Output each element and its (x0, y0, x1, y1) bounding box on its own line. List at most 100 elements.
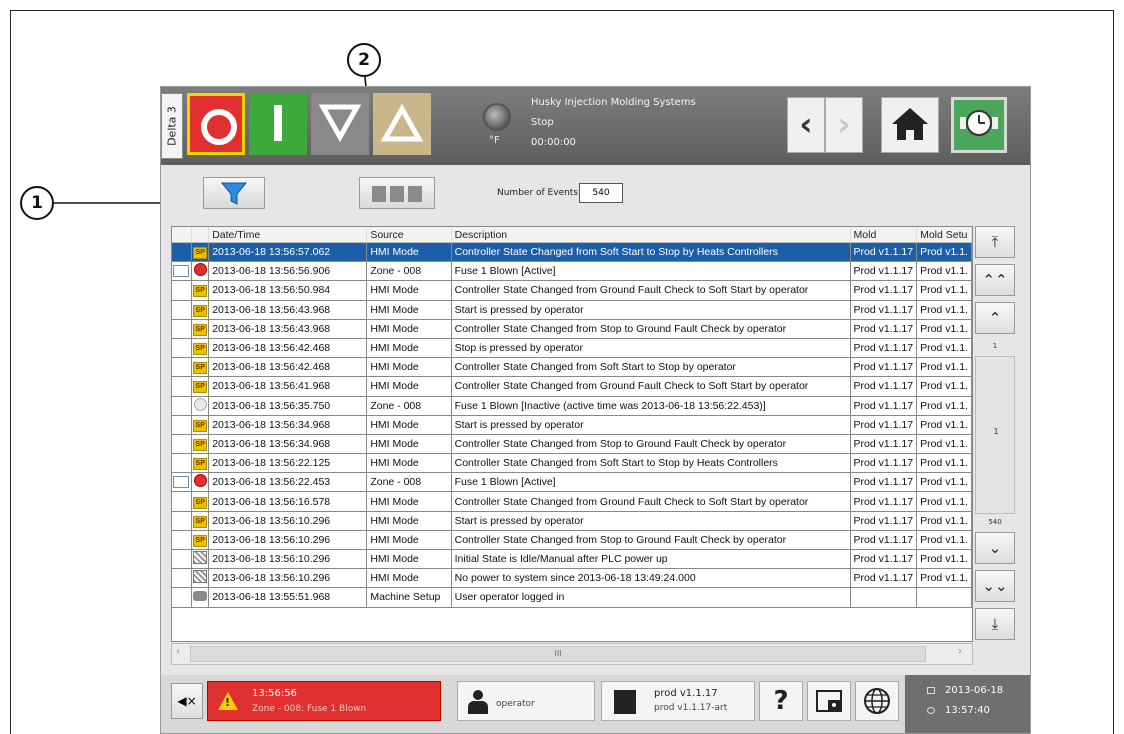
clock-icon (960, 110, 998, 136)
warning-icon: ! (218, 692, 238, 710)
ack-cell (172, 511, 193, 531)
scroll-last-button[interactable]: ⤓ (975, 608, 1015, 640)
col-source[interactable]: Source (366, 227, 452, 243)
ack-cell (172, 300, 193, 320)
scroll-down-button[interactable]: ⌄ (975, 532, 1015, 564)
home-icon (892, 108, 928, 140)
cell-description: No power to system since 2013-06-18 13:4… (451, 568, 851, 589)
cell-source: HMI Mode (366, 280, 452, 301)
table-row[interactable]: 2013-06-18 13:56:22.453 Zone - 008 Fuse 1 … (172, 472, 972, 493)
scroll-left-arrow[interactable]: ‹ (176, 646, 180, 657)
current-time: 13:57:40 (945, 705, 990, 716)
table-row[interactable]: 2013-06-18 13:56:10.296 HMI Mode No power … (172, 568, 972, 589)
cell-source: HMI Mode (366, 434, 452, 455)
filter-button[interactable] (203, 177, 265, 209)
table-row[interactable]: SP 2013-06-18 13:56:34.968 HMI Mode Control… (172, 434, 972, 455)
cell-mold-setup: Prod v1.1. (916, 300, 972, 320)
cell-mold: Prod v1.1.17 (850, 338, 918, 359)
cell-mold: Prod v1.1.17 (850, 242, 918, 263)
table-row[interactable]: SP 2013-06-18 13:56:43.968 HMI Mode Start i… (172, 300, 972, 320)
acknowledge-checkbox[interactable] (173, 265, 189, 278)
scroll-page-down-button[interactable]: ⌄⌄ (975, 570, 1015, 602)
screenshot-button[interactable] (807, 681, 851, 721)
back-button[interactable]: ‹ (787, 97, 825, 153)
columns-button[interactable] (359, 177, 435, 209)
cell-source: HMI Mode (366, 415, 452, 435)
ack-cell[interactable] (172, 472, 193, 493)
mold-setup-name: prod v1.1.17-art (654, 703, 728, 713)
table-row[interactable]: SP 2013-06-18 13:56:42.468 HMI Mode Control… (172, 357, 972, 378)
scroll-first-button[interactable]: ⤒ (975, 226, 1015, 258)
table-row[interactable]: SP 2013-06-18 13:56:10.296 HMI Mode Start i… (172, 511, 972, 531)
table-row[interactable]: SP 2013-06-18 13:56:16.578 HMI Mode Control… (172, 491, 972, 512)
mold-button[interactable]: prod v1.1.17 prod v1.1.17-art (601, 681, 755, 721)
screenshot-icon (816, 690, 842, 712)
col-description[interactable]: Description (451, 227, 851, 243)
alarm-icon (193, 474, 207, 488)
user-button[interactable]: operator (457, 681, 595, 721)
language-button[interactable] (855, 681, 899, 721)
scroll-track[interactable]: 1 (975, 356, 1015, 514)
acknowledge-checkbox[interactable] (173, 476, 189, 489)
table-row[interactable]: SP 2013-06-18 13:56:50.984 HMI Mode Control… (172, 280, 972, 301)
help-button[interactable]: ? (759, 681, 803, 721)
cell-source: Zone - 008 (366, 472, 452, 493)
cell-mold-setup: Prod v1.1. (916, 530, 972, 551)
scroll-right-arrow[interactable]: › (958, 646, 962, 657)
cell-datetime: 2013-06-18 13:56:50.984 (208, 280, 368, 301)
ack-cell (172, 587, 193, 608)
table-row[interactable]: SP 2013-06-18 13:56:34.968 HMI Mode Start i… (172, 415, 972, 435)
col-mold[interactable]: Mold (850, 227, 918, 243)
current-date: 2013-06-18 (945, 685, 1004, 696)
scroll-up-button[interactable]: ⌃ (975, 302, 1015, 334)
cell-datetime: 2013-06-18 13:56:10.296 (208, 511, 368, 531)
ack-cell (172, 530, 193, 551)
cell-source: Zone - 008 (366, 396, 452, 416)
scroll-page-up-button[interactable]: ⌃⌃ (975, 264, 1015, 296)
mode-up-button[interactable] (373, 93, 431, 155)
table-row[interactable]: 2013-06-18 13:56:56.906 Zone - 008 Fuse 1 … (172, 261, 972, 282)
table-row[interactable]: SP 2013-06-18 13:56:10.296 HMI Mode Control… (172, 530, 972, 551)
event-type-cell: SP (191, 357, 210, 378)
cell-datetime: 2013-06-18 13:56:43.968 (208, 319, 368, 339)
active-alarm-banner[interactable]: ! 13:56:56 Zone - 008: Fuse 1 Blown (207, 681, 441, 721)
table-row[interactable]: SP 2013-06-18 13:56:43.968 HMI Mode Control… (172, 319, 972, 339)
columns-icon (372, 186, 422, 202)
cell-datetime: 2013-06-18 13:56:35.750 (208, 396, 368, 416)
stop-button[interactable] (187, 93, 245, 155)
horizontal-scroll[interactable]: ‹ III › (171, 643, 973, 665)
cell-datetime: 2013-06-18 13:56:22.453 (208, 472, 368, 493)
mode-down-button[interactable] (311, 93, 369, 155)
cell-source: HMI Mode (366, 357, 452, 378)
cell-source: HMI Mode (366, 242, 452, 263)
table-row[interactable]: SP 2013-06-18 13:56:42.468 HMI Mode Stop is… (172, 338, 972, 359)
horizontal-scroll-thumb[interactable]: III (190, 646, 926, 662)
start-button[interactable] (249, 93, 307, 155)
temperature-unit: °F (489, 135, 500, 146)
start-icon (274, 105, 282, 141)
cell-datetime: 2013-06-18 13:56:22.125 (208, 453, 368, 474)
event-type-cell: SP (191, 530, 210, 551)
col-ack (172, 227, 193, 243)
cell-source: HMI Mode (366, 300, 452, 320)
table-row[interactable]: SP 2013-06-18 13:56:57.062 HMI Mode Control… (172, 242, 972, 263)
ack-cell (172, 453, 193, 474)
cell-source: HMI Mode (366, 376, 452, 397)
table-row[interactable]: SP 2013-06-18 13:56:41.968 HMI Mode Control… (172, 376, 972, 397)
col-datetime[interactable]: Date/Time (208, 227, 368, 243)
forward-button[interactable]: › (825, 97, 863, 153)
cell-mold-setup: Prod v1.1. (916, 396, 972, 416)
home-button[interactable] (881, 97, 939, 153)
machine-tab[interactable]: Delta 3 (161, 93, 183, 159)
ack-cell[interactable] (172, 261, 193, 282)
table-row[interactable]: SP 2013-06-18 13:56:22.125 HMI Mode Control… (172, 453, 972, 474)
table-row[interactable]: 2013-06-18 13:55:51.968 Machine Setup User… (172, 587, 972, 608)
cell-source: HMI Mode (366, 568, 452, 589)
mute-button[interactable]: ◀× (171, 683, 203, 719)
table-row[interactable]: 2013-06-18 13:56:10.296 HMI Mode Initial S… (172, 549, 972, 570)
col-mold-setup[interactable]: Mold Setu (916, 227, 972, 243)
machine-state: Stop (531, 117, 554, 128)
filter-icon (220, 182, 248, 205)
table-row[interactable]: 2013-06-18 13:56:35.750 Zone - 008 Fuse 1 … (172, 396, 972, 416)
clock-button[interactable] (951, 97, 1007, 153)
